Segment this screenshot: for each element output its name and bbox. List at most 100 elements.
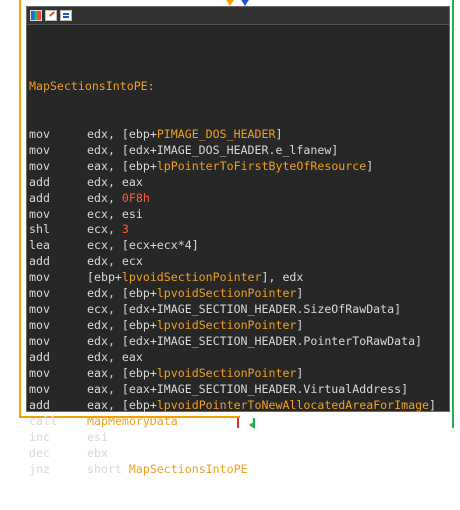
instruction-mnemonic[interactable]: mov [29,302,87,318]
edit-icon[interactable] [45,10,57,21]
instruction-row[interactable]: mov eax, [ebp+lpvoidSectionPointer] [29,366,449,382]
symbol-reference[interactable]: lpPointerToFirstByteOfResource [157,159,366,173]
instruction-operands[interactable]: [ebp+lpvoidSectionPointer], edx [87,270,303,286]
instruction-mnemonic[interactable]: add [29,175,87,191]
operand-text: edx, [ebp+ [87,286,157,301]
symbol-reference[interactable]: lpvoidPointerToNewAllocatedAreaForImage [157,398,429,412]
operand-text: eax, [eax+IMAGE_SECTION_HEADER.VirtualAd… [87,382,409,397]
instruction-row[interactable]: shl ecx, 3 [29,222,449,238]
instruction-operands[interactable]: eax, [ebp+lpvoidPointerToNewAllocatedAre… [87,398,436,414]
instruction-operands[interactable]: edx, [edx+IMAGE_DOS_HEADER.e_lfanew] [87,143,338,159]
instruction-mnemonic[interactable]: add [29,191,87,207]
disassembly-listing[interactable]: MapSectionsIntoPE: mov edx, [ebp+PIMAGE_D… [27,25,449,510]
instruction-row[interactable]: mov edx, [ebp+PIMAGE_DOS_HEADER] [29,127,449,143]
operand-text: ecx, [edx+IMAGE_SECTION_HEADER.SizeOfRaw… [87,302,402,317]
operand-text: edx, eax [87,174,143,189]
instruction-operands[interactable]: edx, [ebp+lpvoidSectionPointer] [87,318,303,334]
instruction-mnemonic[interactable]: dec [29,446,87,462]
instruction-row[interactable]: add edx, 0F8h [29,191,449,207]
symbol-reference[interactable]: lpvoidSectionPointer [157,366,297,380]
instruction-operands[interactable]: ecx, esi [87,207,143,223]
instruction-row[interactable]: mov edx, [edx+IMAGE_DOS_HEADER.e_lfanew] [29,143,449,159]
instruction-mnemonic[interactable]: mov [29,334,87,350]
operand-text: edx, [87,190,122,205]
instruction-operands[interactable]: MapMemoryData [87,414,178,430]
instruction-mnemonic[interactable]: mov [29,207,87,223]
flow-edge-loop [19,0,21,418]
color-icon[interactable] [30,10,42,21]
immediate-value: 3 [121,222,129,237]
instruction-row[interactable]: lea ecx, [ecx+ecx*4] [29,238,449,254]
instruction-operands[interactable]: eax, [ebp+lpvoidSectionPointer] [87,366,303,382]
instruction-mnemonic[interactable]: add [29,350,87,366]
instruction-row[interactable]: add eax, [ebp+lpvoidPointerToNewAllocated… [29,398,449,414]
instruction-row[interactable]: add edx, eax [29,350,449,366]
instruction-mnemonic[interactable]: mov [29,270,87,286]
instruction-mnemonic[interactable]: mov [29,143,87,159]
instruction-operands[interactable]: edx, eax [87,175,143,191]
instruction-row[interactable]: mov edx, [ebp+lpvoidSectionPointer] [29,286,449,302]
instruction-row[interactable]: mov ecx, esi [29,207,449,223]
instruction-operands[interactable]: ecx, [edx+IMAGE_SECTION_HEADER.SizeOfRaw… [87,302,401,318]
symbol-reference[interactable]: lpvoidSectionPointer [157,318,297,332]
instruction-row[interactable]: add edx, ecx [29,254,449,270]
node-titlebar[interactable] [27,7,449,25]
instruction-operands[interactable]: ecx, [ecx+ecx*4] [87,238,199,254]
instruction-mnemonic[interactable]: inc [29,430,87,446]
instruction-mnemonic[interactable]: mov [29,318,87,334]
instruction-mnemonic[interactable]: call [29,414,87,430]
operand-text: ] [429,397,437,412]
operand-text: ] [296,318,304,333]
instruction-operands[interactable]: short MapSectionsIntoPE [87,462,248,478]
operand-text: ], edx [261,270,304,285]
instruction-row[interactable]: mov eax, [eax+IMAGE_SECTION_HEADER.Virtua… [29,382,449,398]
operand-text: eax, [ebp+ [87,397,157,412]
flow-edge-true [452,0,454,428]
graph-icon[interactable] [60,10,72,21]
instruction-operands[interactable]: edx, 0F8h [87,191,150,207]
instruction-operands[interactable]: edx, [edx+IMAGE_SECTION_HEADER.PointerTo… [87,334,422,350]
instruction-mnemonic[interactable]: mov [29,382,87,398]
instruction-row[interactable]: mov ecx, [edx+IMAGE_SECTION_HEADER.SizeOf… [29,302,449,318]
operand-text: ] [296,286,304,301]
instruction-row[interactable]: dec ebx [29,446,449,462]
instruction-mnemonic[interactable]: mov [29,366,87,382]
instruction-mnemonic[interactable]: shl [29,222,87,238]
instruction-row[interactable]: mov eax, [ebp+lpPointerToFirstByteOfResou… [29,159,449,175]
instruction-operands[interactable]: esi [87,430,108,446]
instruction-mnemonic[interactable]: mov [29,286,87,302]
instruction-mnemonic[interactable]: add [29,254,87,270]
instruction-mnemonic[interactable]: add [29,398,87,414]
instruction-operands[interactable]: edx, ecx [87,254,143,270]
symbol-reference[interactable]: PIMAGE_DOS_HEADER [157,127,276,141]
instruction-operands[interactable]: edx, eax [87,350,143,366]
instruction-mnemonic[interactable]: lea [29,238,87,254]
instruction-operands[interactable]: eax, [ebp+lpPointerToFirstByteOfResource… [87,159,373,175]
instruction-operands[interactable]: eax, [eax+IMAGE_SECTION_HEADER.VirtualAd… [87,382,408,398]
operand-text: eax, [ebp+ [87,158,157,173]
block-label[interactable]: MapSectionsIntoPE: [29,79,449,95]
symbol-reference[interactable]: MapMemoryData [87,414,178,428]
instruction-operands[interactable]: edx, [ebp+PIMAGE_DOS_HEADER] [87,127,282,143]
instruction-operands[interactable]: ecx, 3 [87,222,129,238]
symbol-reference[interactable]: lpvoidSectionPointer [157,286,297,300]
instruction-operands[interactable]: edx, [ebp+lpvoidSectionPointer] [87,286,303,302]
immediate-value: 0F8h [121,190,150,205]
instruction-row[interactable]: mov [ebp+lpvoidSectionPointer], edx [29,270,449,286]
instruction-row[interactable]: call MapMemoryData [29,414,449,430]
instruction-row[interactable]: mov edx, [ebp+lpvoidSectionPointer] [29,318,449,334]
instruction-mnemonic[interactable]: mov [29,159,87,175]
instruction-row[interactable]: mov edx, [edx+IMAGE_SECTION_HEADER.Pointe… [29,334,449,350]
instruction-mnemonic[interactable]: mov [29,127,87,143]
operand-text: esi [87,429,108,444]
code-block-node[interactable]: MapSectionsIntoPE: mov edx, [ebp+PIMAGE_D… [26,6,450,476]
instruction-row[interactable]: add edx, eax [29,175,449,191]
instruction-mnemonic[interactable]: jnz [29,462,87,478]
symbol-reference[interactable]: MapSectionsIntoPE [129,462,248,476]
instruction-row[interactable]: inc esi [29,430,449,446]
operand-text: [ebp+ [87,270,122,285]
instruction-operands[interactable]: ebx [87,446,108,462]
symbol-reference[interactable]: lpvoidSectionPointer [122,270,262,284]
instruction-row[interactable]: jnz short MapSectionsIntoPE [29,462,449,478]
operand-text: edx, ecx [87,254,143,269]
